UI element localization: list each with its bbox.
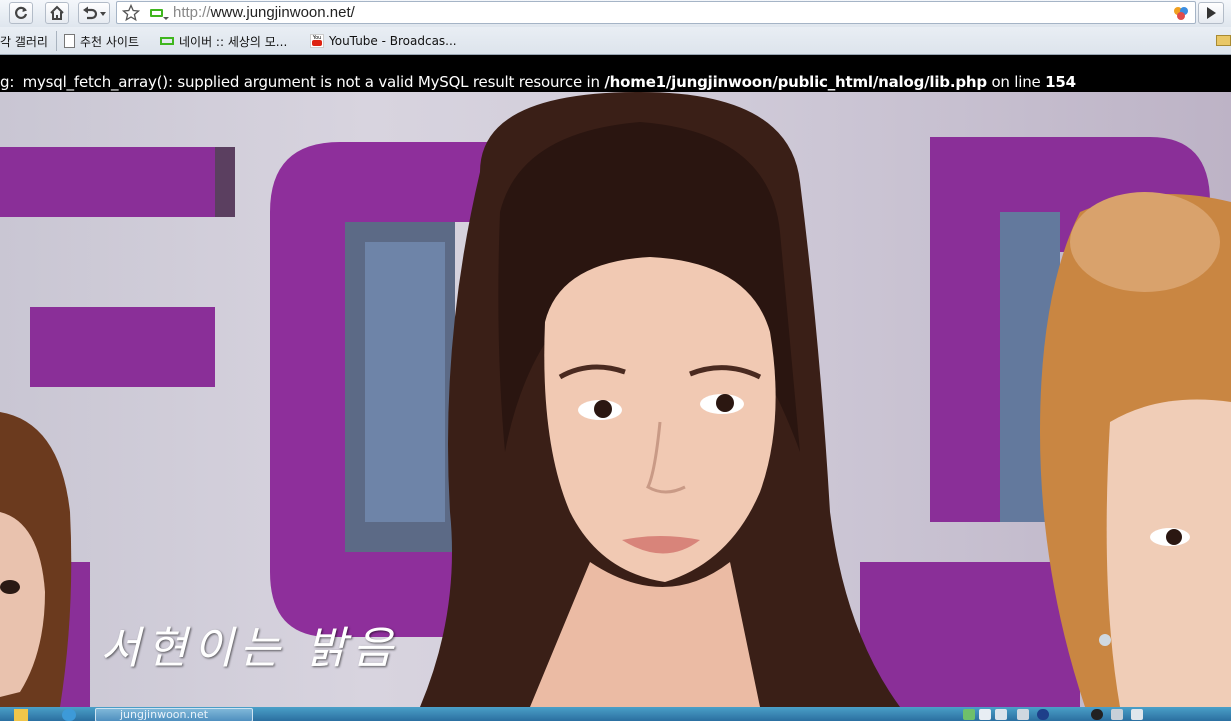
error-text: mysql_fetch_array(): supplied argument i… — [18, 73, 605, 91]
bookmark-youtube[interactable]: You YouTube - Broadcas... — [310, 32, 457, 50]
header-photo: 서현이는 밝음 — [0, 92, 1231, 707]
ime-icon[interactable] — [979, 709, 991, 720]
address-bar[interactable]: http://www.jungjinwoon.net/ — [116, 1, 1196, 24]
bookmarks-bar: 각 갤러리 추천 사이트 네이버 :: 세상의 모... You YouTube… — [0, 27, 1231, 55]
reload-button[interactable] — [9, 2, 33, 24]
bookmark-naver[interactable]: 네이버 :: 세상의 모... — [160, 32, 287, 50]
error-lead: g: — [0, 73, 15, 91]
bookmark-label: 각 갤러리 — [0, 34, 48, 49]
chevron-down-icon — [163, 17, 169, 20]
help-icon[interactable] — [1037, 709, 1049, 720]
bookmark-label: YouTube - Broadcas... — [329, 34, 457, 48]
extension-icon[interactable] — [1173, 5, 1189, 21]
undo-close-tab-button[interactable] — [78, 2, 110, 24]
page-arrow-icon — [1207, 7, 1216, 19]
windows-taskbar: jungjinwoon.net — [0, 707, 1231, 721]
refresh-icon — [15, 6, 28, 19]
url-host: www.jungjinwoon.net/ — [210, 4, 355, 21]
browser-toolbar: http://www.jungjinwoon.net/ — [0, 0, 1231, 27]
taskbar-window-title: jungjinwoon.net — [120, 708, 209, 721]
volume-icon[interactable] — [1131, 709, 1143, 720]
ime-mode-icon[interactable] — [995, 709, 1007, 720]
bookmark-label: 추천 사이트 — [80, 34, 140, 49]
folder-icon[interactable] — [14, 709, 28, 721]
document-icon — [64, 34, 75, 48]
photo-caption: 서현이는 밝음 — [100, 623, 399, 674]
home-button[interactable] — [45, 2, 69, 24]
url-text[interactable]: http://www.jungjinwoon.net/ — [173, 4, 355, 22]
url-scheme: http:// — [173, 4, 211, 21]
php-error-message: g: mysql_fetch_array(): supplied argumen… — [0, 56, 1231, 92]
bookmark-label: 네이버 :: 세상의 모... — [179, 34, 288, 49]
folder-icon[interactable] — [1216, 35, 1231, 46]
naver-site-icon[interactable] — [150, 9, 163, 17]
bookmark-gallery[interactable]: 각 갤러리 — [0, 32, 48, 50]
error-file-path: /home1/jungjinwoon/public_html/nalog/lib… — [604, 73, 987, 91]
undo-icon — [83, 6, 106, 20]
bookmark-separator — [56, 31, 57, 51]
naver-icon — [160, 37, 174, 45]
youtube-icon: You — [310, 34, 324, 48]
media-icon[interactable] — [1091, 709, 1103, 720]
bookmark-recommended-sites[interactable]: 추천 사이트 — [64, 32, 139, 50]
ie-icon[interactable] — [62, 709, 76, 721]
network-icon[interactable] — [963, 709, 975, 720]
system-tray — [951, 707, 1231, 721]
keyboard-icon[interactable] — [1017, 709, 1029, 720]
home-icon — [50, 5, 64, 20]
page-menu-button[interactable] — [1198, 2, 1224, 24]
taskbar-window-button[interactable]: jungjinwoon.net — [95, 708, 253, 721]
star-icon[interactable] — [122, 4, 140, 22]
error-line-label: on line — [986, 73, 1046, 91]
safely-remove-icon[interactable] — [1111, 709, 1123, 720]
error-line-number: 154 — [1045, 73, 1076, 91]
